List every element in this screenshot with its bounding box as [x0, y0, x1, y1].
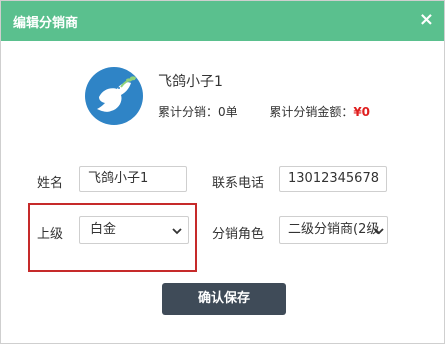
sales-value: 0单 — [218, 105, 238, 119]
dialog-title: 编辑分销商 — [13, 16, 79, 31]
name-label: 姓名 — [37, 176, 64, 191]
level-label: 上级 — [37, 227, 64, 242]
role-select[interactable]: 二级分销商(2级 — [279, 216, 388, 244]
phone-label: 联系电话 — [212, 176, 265, 191]
profile-stats: 累计分销：0单 累计分销金额：¥0 — [158, 103, 370, 120]
name-field[interactable]: 飞鸽小子1 — [79, 166, 187, 192]
dove-icon — [97, 76, 136, 112]
dialog-header: 编辑分销商 × — [1, 1, 444, 41]
close-icon[interactable]: × — [419, 9, 434, 30]
level-select[interactable]: 白金 — [79, 216, 189, 244]
chevron-down-icon — [172, 228, 182, 235]
phone-field[interactable]: 13012345678 — [279, 166, 387, 192]
level-value: 白金 — [90, 222, 117, 237]
amount-label: 累计分销金额： — [269, 105, 354, 119]
amount-value: ¥0 — [353, 105, 371, 119]
chevron-down-icon — [374, 228, 384, 235]
save-button[interactable]: 确认保存 — [162, 283, 286, 315]
avatar — [85, 67, 143, 125]
role-label: 分销角色 — [212, 227, 265, 242]
role-value: 二级分销商(2级 — [288, 222, 380, 237]
profile-name: 飞鸽小子1 — [158, 74, 223, 90]
edit-distributor-dialog: 编辑分销商 × 飞鸽小子1 累计分销：0单 累计分销金额：¥0 姓名 飞鸽小子1… — [0, 0, 445, 344]
sales-label: 累计分销： — [158, 105, 219, 119]
